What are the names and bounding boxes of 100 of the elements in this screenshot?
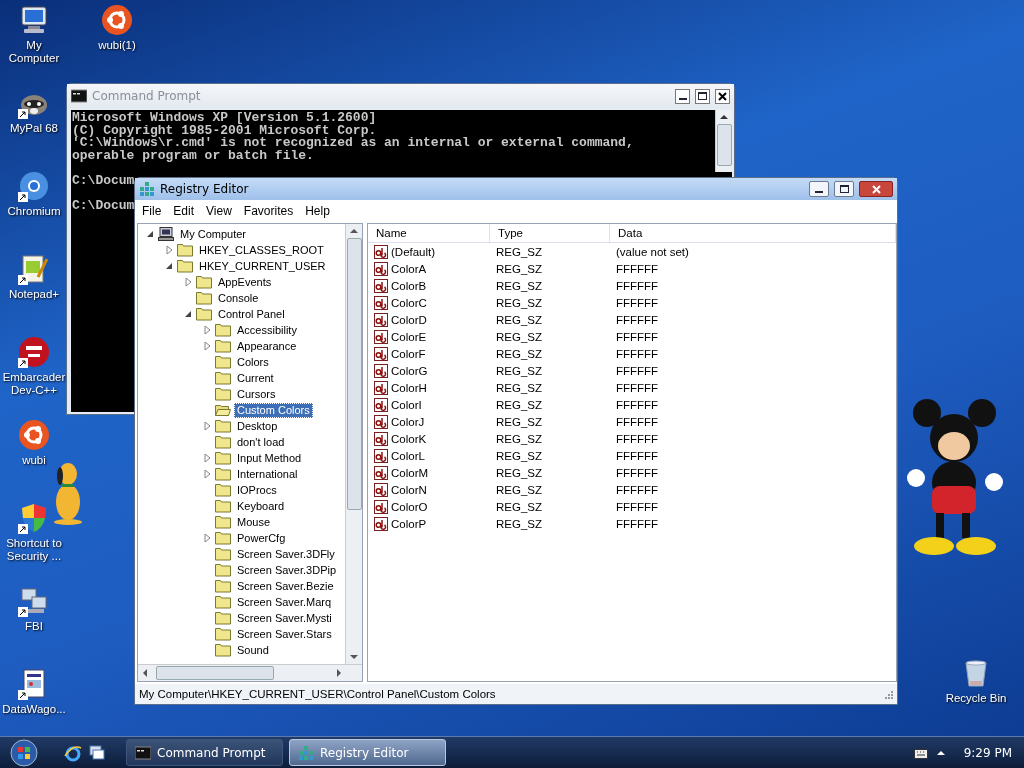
- value-data: FFFFFF: [615, 517, 659, 530]
- tree-item[interactable]: International: [234, 466, 301, 482]
- maximize-button[interactable]: [834, 181, 854, 197]
- tree-item[interactable]: HKEY_CURRENT_USER: [196, 258, 329, 274]
- desktop-shortcut-icon[interactable]: [18, 4, 50, 36]
- close-button[interactable]: [859, 181, 893, 197]
- scrollbar[interactable]: [345, 224, 362, 664]
- value-name[interactable]: ColorE: [391, 330, 427, 343]
- tree-item[interactable]: Appearance: [234, 338, 300, 354]
- tree-item[interactable]: My Computer: [177, 226, 250, 242]
- value-name[interactable]: ColorO: [391, 500, 428, 513]
- tree-item[interactable]: Custom Colors: [234, 402, 313, 418]
- desktop-icon-label[interactable]: My Computer: [2, 39, 66, 65]
- tree-item[interactable]: Accessibility: [234, 322, 300, 338]
- collapse-arrow-icon[interactable]: [164, 261, 174, 271]
- desktop-shortcut-icon[interactable]: [101, 4, 133, 36]
- minimize-button[interactable]: [809, 181, 829, 197]
- tree-item[interactable]: PowerCfg: [234, 530, 289, 546]
- expand-arrow-icon[interactable]: [202, 453, 212, 463]
- value-name[interactable]: ColorL: [391, 449, 425, 462]
- value-name[interactable]: ColorJ: [391, 415, 425, 428]
- browser-icon[interactable]: [64, 743, 82, 762]
- value-type: REG_SZ: [495, 466, 543, 479]
- column-header[interactable]: Type: [490, 224, 610, 242]
- resize-grip-icon[interactable]: [883, 689, 893, 699]
- expand-arrow-icon[interactable]: [202, 325, 212, 335]
- column-header[interactable]: Data: [610, 224, 896, 242]
- tree-item[interactable]: Screen Saver.Mysti: [234, 610, 335, 626]
- scrollbar[interactable]: [138, 664, 362, 681]
- expand-arrow-icon[interactable]: [202, 469, 212, 479]
- value-data: FFFFFF: [615, 381, 659, 394]
- value-name[interactable]: ColorD: [391, 313, 427, 326]
- taskbar-button[interactable]: Registry Editor: [289, 739, 446, 766]
- desktop-icon-label[interactable]: Shortcut to Security ...: [2, 537, 66, 563]
- menu-item[interactable]: Help: [300, 201, 335, 220]
- tree-item[interactable]: AppEvents: [215, 274, 275, 290]
- tree-item[interactable]: Sound: [234, 642, 272, 658]
- menu-item[interactable]: View: [201, 201, 237, 220]
- desktop-icon-label[interactable]: Notepad+: [8, 288, 60, 301]
- expand-arrow-icon[interactable]: [202, 341, 212, 351]
- value-name[interactable]: ColorN: [391, 483, 427, 496]
- desktop-icon-label[interactable]: MyPal 68: [10, 122, 58, 135]
- switch-windows-icon[interactable]: [88, 743, 106, 762]
- clock[interactable]: 9:29 PM: [963, 745, 1012, 760]
- desktop-icon-label[interactable]: wubi: [22, 454, 46, 467]
- value-name[interactable]: ColorC: [391, 296, 427, 309]
- keyboard-icon[interactable]: [913, 746, 928, 759]
- scrollbar[interactable]: [715, 110, 732, 172]
- desktop-icon-label[interactable]: Chromium: [7, 205, 61, 218]
- menu-item[interactable]: Favorites: [238, 201, 299, 220]
- value-name[interactable]: ColorM: [391, 466, 429, 479]
- collapse-arrow-icon[interactable]: [183, 309, 193, 319]
- tree-item[interactable]: Input Method: [234, 450, 305, 466]
- tree-item[interactable]: Console: [215, 290, 262, 306]
- value-type: REG_SZ: [495, 517, 543, 530]
- value-name[interactable]: ColorH: [391, 381, 427, 394]
- tree-item[interactable]: Colors: [234, 354, 272, 370]
- value-name[interactable]: (Default): [391, 245, 436, 258]
- expand-arrow-icon[interactable]: [202, 533, 212, 543]
- tree-item[interactable]: Screen Saver.Marq: [234, 594, 335, 610]
- value-name[interactable]: ColorF: [391, 347, 426, 360]
- value-name[interactable]: ColorB: [391, 279, 427, 292]
- value-name[interactable]: ColorP: [391, 517, 427, 530]
- value-name[interactable]: ColorI: [391, 398, 422, 411]
- tree-item[interactable]: Screen Saver.3DFly: [234, 546, 338, 562]
- desktop-icon-label[interactable]: Recycle Bin: [945, 692, 1007, 705]
- start-button[interactable]: [10, 738, 38, 767]
- tree-item[interactable]: Control Panel: [215, 306, 288, 322]
- desktop-icon-label[interactable]: Embarcader Dev-C++: [2, 371, 66, 397]
- value-name[interactable]: ColorK: [391, 432, 427, 445]
- tree-item[interactable]: Cursors: [234, 386, 279, 402]
- value-name[interactable]: ColorA: [391, 262, 427, 275]
- collapse-arrow-icon[interactable]: [145, 229, 155, 239]
- expand-arrow-icon[interactable]: [202, 421, 212, 431]
- taskbar-button[interactable]: Command Prompt: [126, 739, 283, 766]
- tree-item[interactable]: Screen Saver.Stars: [234, 626, 335, 642]
- string-value-icon: [373, 515, 389, 532]
- tree-item[interactable]: Screen Saver.Bezie: [234, 578, 337, 594]
- desktop-shortcut-icon[interactable]: [18, 585, 50, 617]
- expand-arrow-icon[interactable]: [183, 277, 193, 287]
- menu-item[interactable]: File: [137, 201, 167, 220]
- column-header[interactable]: Name: [368, 224, 490, 242]
- tree-item[interactable]: HKEY_CLASSES_ROOT: [196, 242, 327, 258]
- tree-item[interactable]: Mouse: [234, 514, 274, 530]
- tree-item[interactable]: don't load: [234, 434, 288, 450]
- open-folder-icon: [215, 403, 231, 417]
- desktop-icon-label[interactable]: DataWago...: [2, 703, 66, 716]
- expand-arrow-icon[interactable]: [164, 245, 174, 255]
- tree-item[interactable]: Keyboard: [234, 498, 288, 514]
- desktop-shortcut-icon[interactable]: [18, 336, 50, 368]
- tree-item[interactable]: IOProcs: [234, 482, 280, 498]
- tree-item[interactable]: Current: [234, 370, 277, 386]
- tree-item[interactable]: Desktop: [234, 418, 281, 434]
- tree-item[interactable]: Screen Saver.3DPip: [234, 562, 340, 578]
- value-name[interactable]: ColorG: [391, 364, 428, 377]
- desktop-icon-label[interactable]: wubi(1): [98, 39, 136, 52]
- desktop-icon-label[interactable]: FBI: [25, 620, 43, 633]
- desktop-shortcut-icon[interactable]: [18, 170, 50, 202]
- desktop-shortcut-icon[interactable]: [18, 253, 50, 285]
- menu-item[interactable]: Edit: [168, 201, 200, 220]
